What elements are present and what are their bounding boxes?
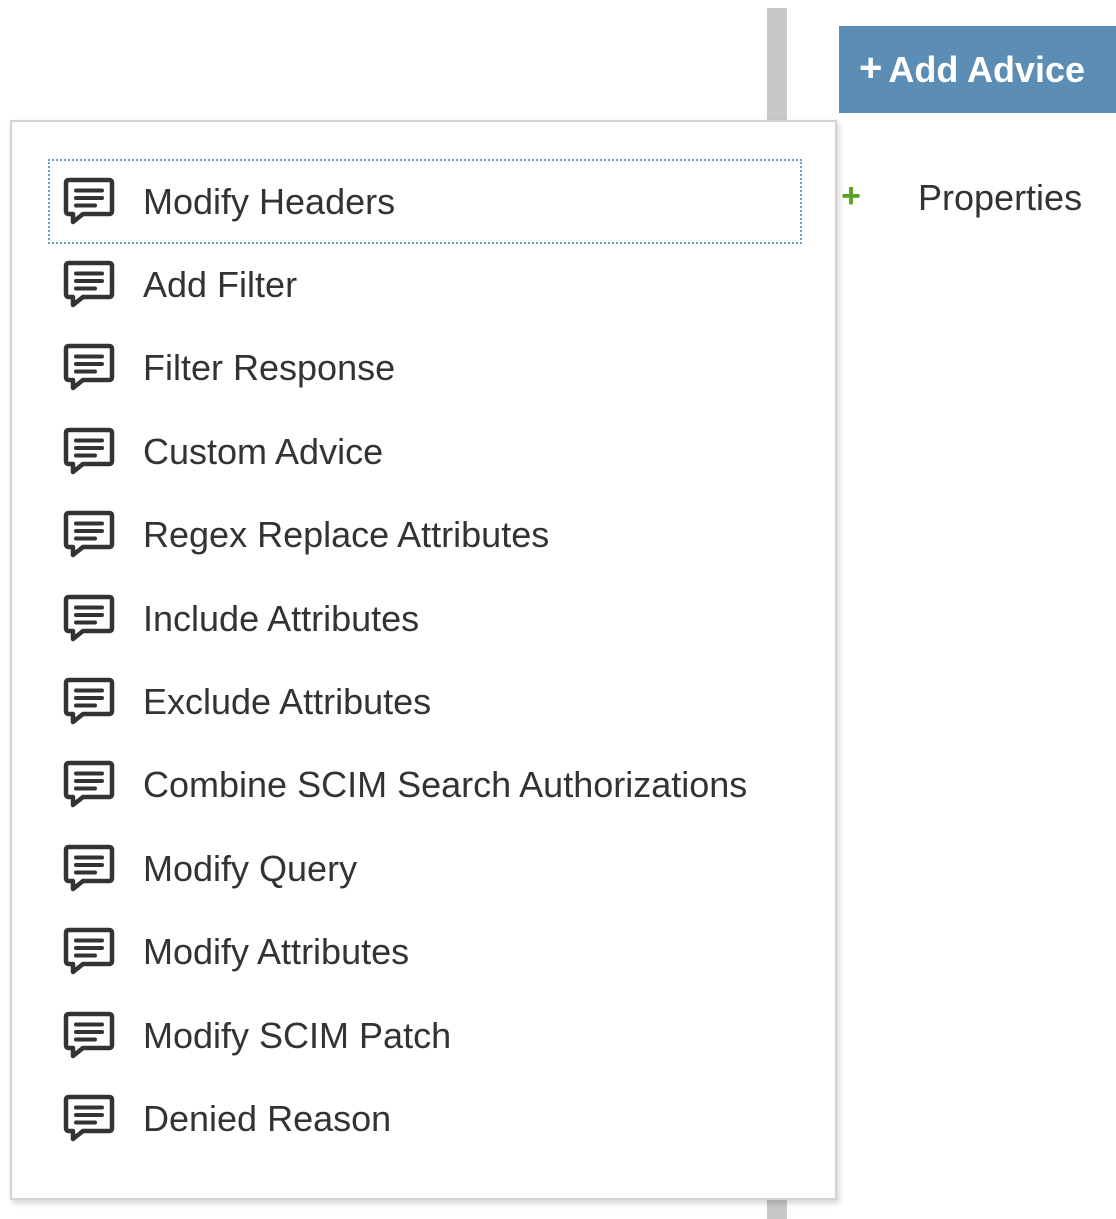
menu-item-exclude-attributes[interactable]: Exclude Attributes [49, 660, 801, 743]
plus-icon: + [859, 45, 883, 90]
menu-item-label: Modify Query [143, 847, 358, 889]
menu-item-label: Modify Headers [143, 180, 396, 222]
menu-item-label: Modify SCIM Patch [143, 1014, 452, 1056]
menu-item-modify-query[interactable]: Modify Query [49, 827, 801, 910]
comment-icon [63, 592, 117, 646]
menu-item-include-attributes[interactable]: Include Attributes [49, 577, 801, 660]
menu-item-regex-replace-attributes[interactable]: Regex Replace Attributes [49, 494, 801, 577]
menu-item-modify-scim-patch[interactable]: Modify SCIM Patch [49, 994, 801, 1077]
add-properties-icon[interactable]: + [836, 177, 866, 216]
menu-item-denied-reason[interactable]: Denied Reason [49, 1077, 801, 1160]
menu-item-label: Combine SCIM Search Authorizations [143, 764, 748, 806]
menu-item-combine-scim-search-authorizations[interactable]: Combine SCIM Search Authorizations [49, 744, 801, 827]
properties-label: Properties [918, 177, 1083, 218]
add-advice-button[interactable]: + Add Advice [839, 26, 1116, 113]
comment-icon [63, 425, 117, 479]
menu-item-filter-response[interactable]: Filter Response [49, 327, 801, 410]
advice-type-dropdown: Modify Headers Add Filter Filter Respons… [10, 120, 837, 1200]
menu-item-label: Modify Attributes [143, 931, 410, 973]
menu-item-add-filter[interactable]: Add Filter [49, 243, 801, 326]
menu-item-label: Regex Replace Attributes [143, 514, 550, 556]
menu-item-label: Exclude Attributes [143, 681, 432, 723]
comment-icon [63, 925, 117, 979]
comment-icon [63, 842, 117, 896]
menu-item-label: Add Filter [143, 264, 298, 306]
comment-icon [63, 675, 117, 729]
comment-icon [63, 341, 117, 395]
menu-item-label: Filter Response [143, 347, 396, 389]
comment-icon [63, 1092, 117, 1146]
menu-item-modify-attributes[interactable]: Modify Attributes [49, 911, 801, 994]
properties-row[interactable]: + Properties [836, 170, 1082, 226]
menu-item-label: Denied Reason [143, 1097, 392, 1139]
comment-icon [63, 758, 117, 812]
menu-item-custom-advice[interactable]: Custom Advice [49, 410, 801, 493]
add-advice-label: Add Advice [888, 48, 1086, 90]
advice-type-menu: Modify Headers Add Filter Filter Respons… [48, 158, 802, 1161]
comment-icon [63, 1009, 117, 1063]
comment-icon [63, 258, 117, 312]
comment-icon [63, 508, 117, 562]
menu-item-modify-headers[interactable]: Modify Headers [48, 158, 802, 245]
menu-item-label: Include Attributes [143, 597, 420, 639]
comment-icon [63, 175, 117, 229]
menu-item-label: Custom Advice [143, 430, 384, 472]
page: + Add Advice + Properties Modify Headers… [0, 0, 1116, 1219]
